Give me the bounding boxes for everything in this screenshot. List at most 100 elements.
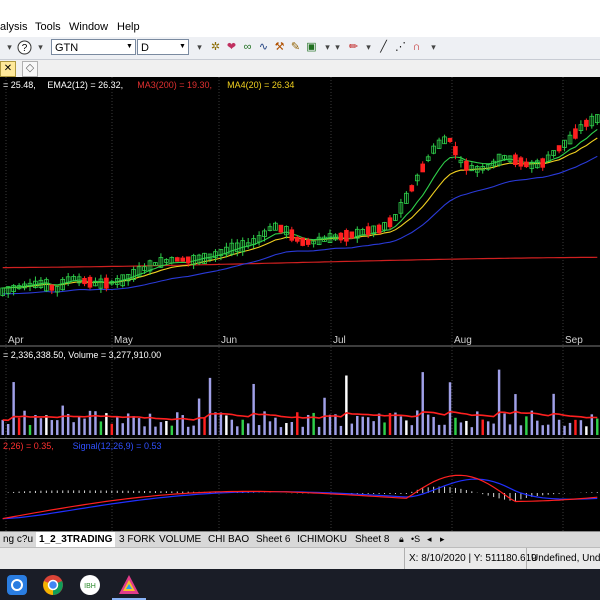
candle-body <box>278 224 284 233</box>
new-window-icon[interactable]: ◇ <box>22 61 38 77</box>
candle-body <box>344 229 349 242</box>
interval-value: D <box>141 42 149 54</box>
sheet-next-icon[interactable]: ▸ <box>437 532 448 547</box>
candle-body <box>376 224 382 234</box>
macd-legend-item: 2,26) = 0.35, <box>3 441 54 451</box>
close-chart-icon[interactable]: ✕ <box>0 61 16 77</box>
tool-icon[interactable]: ✎ <box>288 40 303 55</box>
toolbar-chevron-icon[interactable]: ▾ <box>33 40 48 55</box>
signal-line <box>2 478 598 520</box>
month-label: Sep <box>565 335 583 346</box>
candle-body <box>409 185 415 192</box>
sheet-nav-icon[interactable]: •S <box>408 532 423 547</box>
month-label: May <box>114 335 133 346</box>
month-label: Jun <box>221 335 237 346</box>
candle-body <box>300 237 305 246</box>
sheet-prev-icon[interactable]: ◂ <box>424 532 435 547</box>
sheet-tab[interactable]: Sheet 6 <box>253 532 293 547</box>
wave-icon[interactable]: ∿ <box>256 40 271 55</box>
menu-item-tools[interactable]: Tools <box>35 21 61 33</box>
symbol-field[interactable]: GTN ▼ <box>51 39 136 55</box>
toolbar-chevron-icon[interactable]: ▾ <box>330 40 345 55</box>
line-tool-icon[interactable]: ╱ <box>376 40 391 55</box>
candle-body <box>420 163 425 173</box>
candle-body <box>447 137 453 142</box>
candle-body <box>518 157 524 167</box>
menu-item-window[interactable]: Window <box>69 21 108 33</box>
price-legend-item: = 25.48, <box>3 80 36 90</box>
toolbar: ▾ ? ▾ GTN ▼ D ▼ ▾ ✲ ❤ ∞ ∿ ⚒ ✎ ▣ ▾ ▾ ✏ ▾ … <box>0 37 600 60</box>
sheet-tab[interactable]: CHI BAO <box>205 532 252 547</box>
candle-body <box>387 217 393 228</box>
menu-item-help[interactable]: Help <box>117 21 140 33</box>
sheet-tab[interactable]: VOLUME <box>156 532 204 547</box>
gear-icon[interactable]: ✲ <box>208 40 223 55</box>
candle-body <box>174 257 180 262</box>
app-icon[interactable] <box>5 573 29 597</box>
chevron-down-icon[interactable]: ▼ <box>177 40 188 54</box>
status-mode: Undefined, Unde <box>531 553 600 564</box>
candle-body <box>556 145 562 152</box>
candle-body <box>524 161 529 168</box>
candle-body <box>185 256 191 264</box>
candle-body <box>464 160 469 171</box>
candle-body <box>338 232 344 241</box>
candle-body <box>180 257 186 262</box>
price-legend-item: EMA2(12) = 26.32, <box>47 80 123 90</box>
sheet-tabs: ng c?u 1_2_3TRADING 3 FORK VOLUME CHI BA… <box>0 531 600 548</box>
menu-item-analysis[interactable]: alysis <box>0 21 28 33</box>
magnet-icon[interactable]: ∩ <box>409 40 424 55</box>
chart-window-icon[interactable]: ▣ <box>304 40 319 55</box>
chrome-icon[interactable] <box>41 573 65 597</box>
toolbar-chevron-icon[interactable]: ▾ <box>426 40 441 55</box>
candle-body <box>82 277 87 285</box>
ray-tool-icon[interactable]: ⋰ <box>393 40 408 55</box>
interval-select[interactable]: D ▼ <box>137 39 189 55</box>
sheet-tab-active[interactable]: 1_2_3TRADING <box>36 532 116 547</box>
status-divider <box>404 548 405 570</box>
chevron-down-icon[interactable]: ▼ <box>124 40 135 54</box>
candle-body <box>87 276 93 288</box>
volume-legend: = 2,336,338.50, Volume = 3,277,910.00 <box>3 350 161 360</box>
draw-color-icon[interactable]: ✏ <box>346 40 361 55</box>
candle-body <box>584 119 589 127</box>
chart-canvas[interactable]: = 25.48, EMA2(12) = 26.32, MA3(200) = 19.3… <box>0 77 600 531</box>
chevron-down-icon[interactable]: ▾ <box>361 40 376 55</box>
candle-body <box>294 236 300 242</box>
candle-body <box>513 154 518 166</box>
candle-body <box>289 229 295 241</box>
taskbar: IBH <box>0 569 600 600</box>
candle-body <box>104 277 109 289</box>
candle-body <box>49 284 55 291</box>
toolbar-chevron-icon[interactable]: ▾ <box>192 40 207 55</box>
sheet-lock-icon[interactable]: 🔒︎ <box>396 532 407 547</box>
chart-area[interactable]: = 25.48, EMA2(12) = 26.32, MA3(200) = 19.3… <box>0 77 600 531</box>
sheet-tab[interactable]: 3 FORK <box>116 532 158 547</box>
sheet-tab[interactable]: ng c?u <box>0 532 36 547</box>
price-legend-item: MA3(200) = 19.30, <box>137 80 212 90</box>
svg-text:IBH: IBH <box>84 583 96 590</box>
month-label: Aug <box>454 335 472 346</box>
binoculars-icon[interactable]: ∞ <box>240 40 255 55</box>
hammer-icon[interactable]: ⚒ <box>272 40 287 55</box>
candle-body <box>305 239 311 245</box>
symbol-value: GTN <box>55 42 79 54</box>
svg-text:?: ? <box>22 43 28 54</box>
macd-legend-item: Signal(12,26,9) = 0.53 <box>73 441 162 451</box>
status-coordinates: X: 8/10/2020 | Y: 511180.619 <box>409 553 537 564</box>
sheet-tab[interactable]: ICHIMOKU <box>294 532 350 547</box>
candle-body <box>349 231 355 239</box>
help-icon[interactable]: ? <box>17 40 32 55</box>
amibroker-icon[interactable] <box>117 573 141 597</box>
menu-bar: alysis Tools Window Help <box>0 18 600 37</box>
candle-body <box>365 226 371 235</box>
sheet-tab[interactable]: Sheet 8 <box>352 532 392 547</box>
app-icon[interactable]: IBH <box>78 573 102 597</box>
price-legend-item: MA4(20) = 26.34 <box>227 80 294 90</box>
month-label: Jul <box>333 335 346 346</box>
status-bar: X: 8/10/2020 | Y: 511180.619 Undefined, … <box>0 547 600 570</box>
month-label: Apr <box>8 335 24 346</box>
heart-icon[interactable]: ❤ <box>224 40 239 55</box>
toolbar-chevron-icon[interactable]: ▾ <box>2 40 17 55</box>
status-divider <box>526 548 527 570</box>
